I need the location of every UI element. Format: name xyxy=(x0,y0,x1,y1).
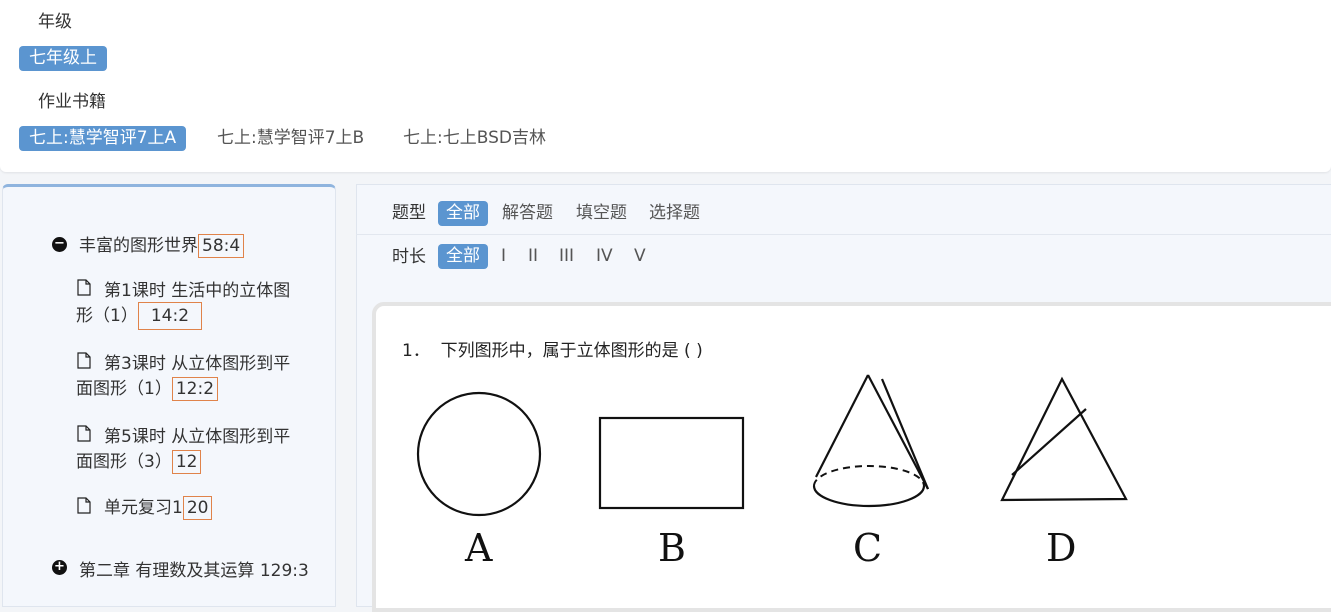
lesson-5-count: 12 xyxy=(171,450,202,474)
option-d-label: D xyxy=(1046,526,1077,570)
chapter-2-item[interactable]: 第二章 有理数及其运算 129:3 xyxy=(79,556,309,581)
option-c-label: C xyxy=(853,526,883,570)
type-option-choice[interactable]: 选择题 xyxy=(649,201,700,226)
rectangle-figure xyxy=(598,416,745,510)
duration-option-1[interactable]: I xyxy=(501,244,506,269)
book-tag-jilin[interactable]: 七上:七上BSD吉林 xyxy=(393,126,556,151)
unit-review-item[interactable]: 单元复习1 20 xyxy=(104,493,213,520)
triangle-figure xyxy=(1000,376,1128,502)
unit-review-count: 20 xyxy=(182,496,213,520)
lesson-5-item[interactable]: 面图形（3） 12 xyxy=(76,447,202,474)
type-option-answer[interactable]: 解答题 xyxy=(502,201,553,226)
duration-option-all[interactable]: 全部 xyxy=(438,244,488,269)
option-b-label: B xyxy=(658,526,686,570)
document-icon xyxy=(77,279,91,296)
chapter-1-item[interactable]: 丰富的图形世界 58:4 xyxy=(79,231,245,258)
grade-label: 年级 xyxy=(38,12,72,32)
lesson-3-item[interactable]: 面图形（1） 12:2 xyxy=(76,374,219,401)
lesson-5-line2: 面图形（3） xyxy=(76,452,172,472)
question-number: 1． xyxy=(402,341,430,361)
lesson-1-item[interactable]: 形（1） 14:2 xyxy=(76,301,203,330)
type-option-fill[interactable]: 填空题 xyxy=(576,201,627,226)
duration-option-4[interactable]: IV xyxy=(596,244,613,269)
duration-option-3[interactable]: III xyxy=(559,244,574,269)
option-a-label: A xyxy=(465,526,493,570)
chapter-1-title: 丰富的图形世界 xyxy=(79,236,198,256)
document-icon xyxy=(77,425,91,442)
question-text: 下列图形中，属于立体图形的是 ( ) xyxy=(440,341,703,361)
filter-panel: 年级 七年级上 作业书籍 七上:慧学智评7上A 七上:慧学智评7上B 七上:七上… xyxy=(0,0,1331,172)
filter-divider xyxy=(356,234,1331,235)
type-filter-label: 题型 xyxy=(392,203,426,223)
chapter-1-count: 58:4 xyxy=(198,234,245,258)
lesson-1-line2: 形（1） xyxy=(76,306,138,326)
duration-option-2[interactable]: II xyxy=(528,244,538,269)
unit-review-title: 单元复习1 xyxy=(104,498,183,518)
lesson-1-count: 14:2 xyxy=(137,302,203,330)
book-label: 作业书籍 xyxy=(38,92,106,112)
lesson-5-line1[interactable]: 第5课时 从立体图形到平 xyxy=(104,422,290,447)
duration-option-5[interactable]: V xyxy=(634,244,646,269)
duration-filter-label: 时长 xyxy=(392,247,426,267)
chapter-2-count: 129:3 xyxy=(259,561,309,581)
cone-figure xyxy=(812,374,930,508)
lesson-3-count: 12:2 xyxy=(171,377,219,401)
lesson-3-line1[interactable]: 第3课时 从立体图形到平 xyxy=(104,349,290,374)
chapter-2-title: 第二章 有理数及其运算 xyxy=(79,561,255,581)
lesson-3-line2: 面图形（1） xyxy=(76,379,172,399)
grade-tag-7a[interactable]: 七年级上 xyxy=(19,46,107,71)
book-tag-b[interactable]: 七上:慧学智评7上B xyxy=(207,126,374,151)
collapse-minus-icon[interactable]: − xyxy=(52,237,67,252)
circle-figure xyxy=(416,391,542,517)
book-tag-a[interactable]: 七上:慧学智评7上A xyxy=(19,126,187,151)
question-stem: 1． 下列图形中，属于立体图形的是 ( ) xyxy=(402,336,703,361)
document-icon xyxy=(77,352,91,369)
document-icon xyxy=(77,497,91,514)
lesson-1-line1[interactable]: 第1课时 生活中的立体图 xyxy=(104,276,290,301)
type-option-all[interactable]: 全部 xyxy=(438,201,488,226)
expand-plus-icon[interactable]: + xyxy=(52,560,67,575)
